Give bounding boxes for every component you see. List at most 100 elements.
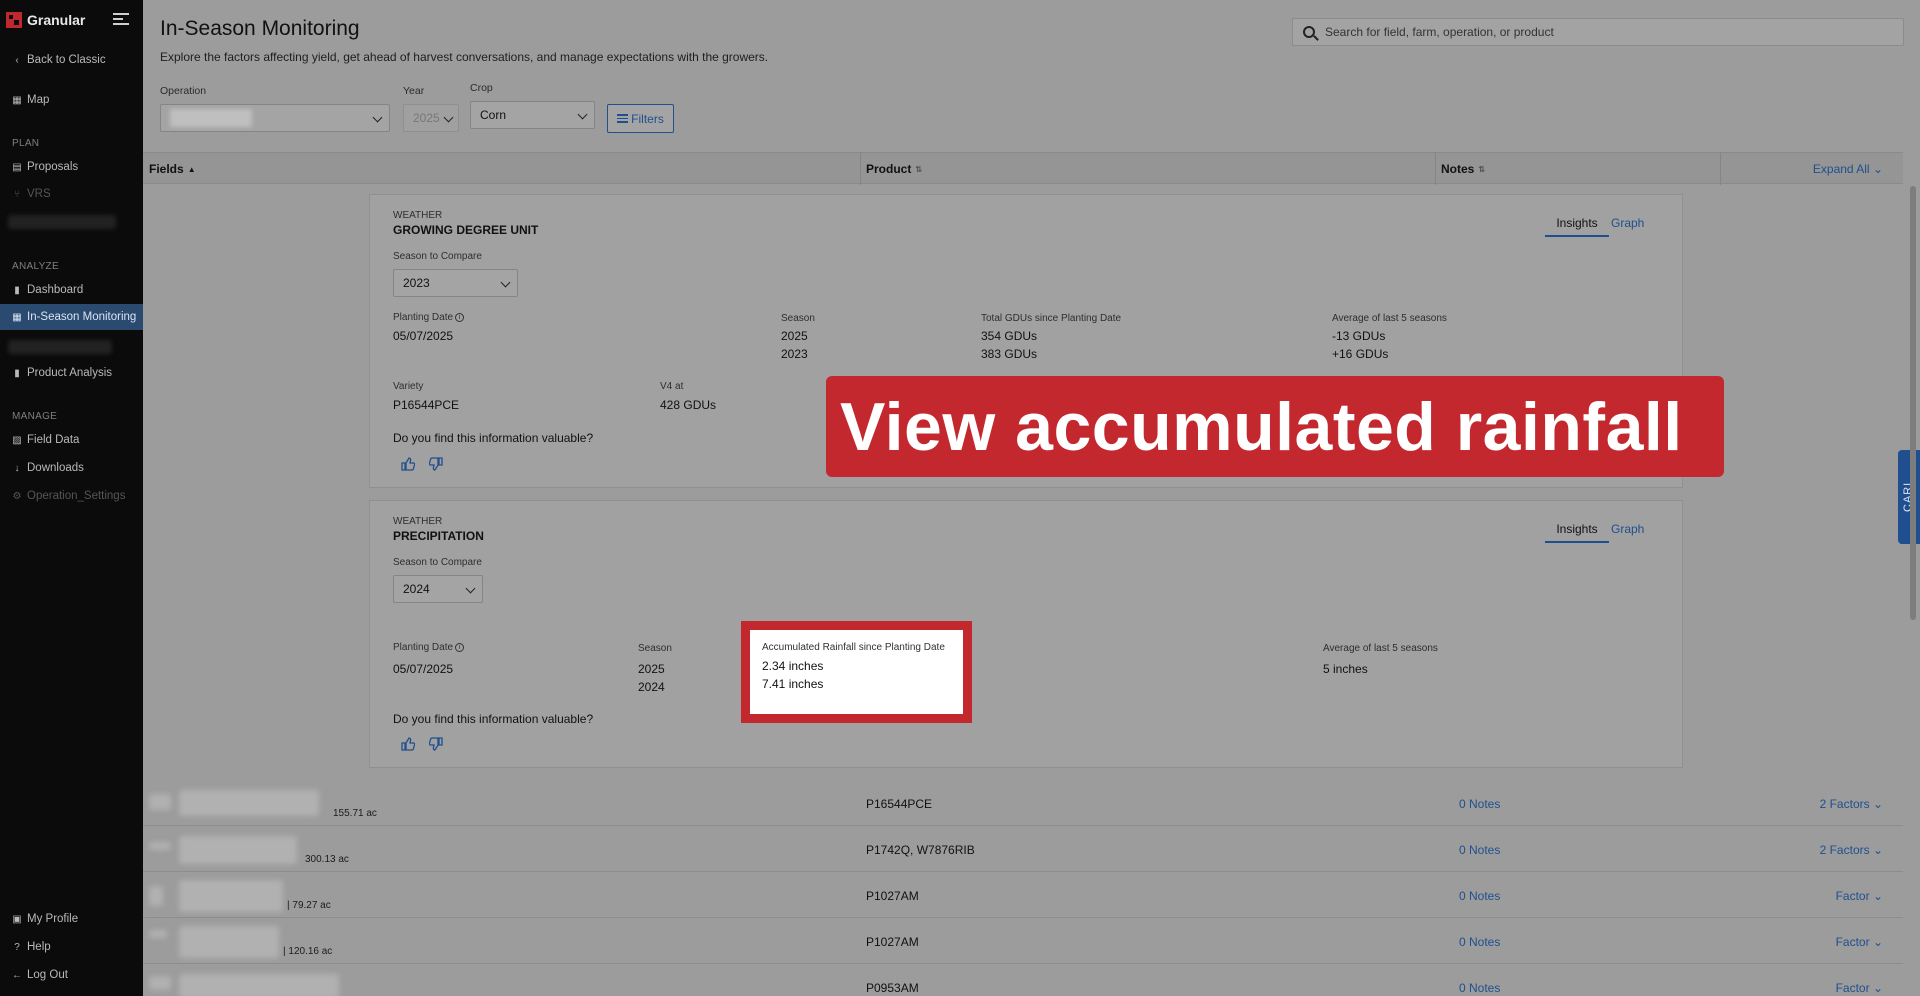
planting-date-value: 05/07/2025 [393,329,454,343]
col-fields[interactable]: Fields ▲ [149,162,196,176]
season-value-1: 2025 [638,662,665,676]
arrow-left-icon: ← [12,969,22,981]
redacted-field-name [179,880,283,912]
rainfall-value-2: 7.41 inches [762,677,824,691]
expand-all-button[interactable]: Expand All ⌄ [1813,162,1883,176]
nav-field-data[interactable]: ▨ Field Data [12,434,79,446]
nav-help[interactable]: ? Help [12,941,50,953]
carl-assistant-tab[interactable]: CARL [1898,450,1920,544]
feedback-question: Do you find this information valuable? [393,712,594,726]
season-label: Season [638,643,672,654]
thumbs-up-icon[interactable] [401,737,415,751]
year-select[interactable]: 2025 [403,104,459,132]
avg-label: Average of last 5 seasons [1323,643,1438,654]
crop-select[interactable]: Corn [470,101,595,129]
row-factors-toggle[interactable]: 2 Factors ⌄ [1820,797,1883,811]
nav-operation-settings[interactable]: ⚙ Operation_Settings [12,490,126,502]
planting-date-label: Planting Date i [393,642,465,653]
vrs-icon: ⑂ [14,188,20,200]
thumbs-up-icon[interactable] [401,457,415,471]
row-factors-toggle[interactable]: Factor ⌄ [1836,889,1883,903]
feedback-question: Do you find this information valuable? [393,431,594,445]
info-icon[interactable]: i [455,643,465,652]
table-header: Fields ▲ Product ⇅ Notes ⇅ Expand All ⌄ [143,152,1903,185]
col-notes[interactable]: Notes ⇅ [1441,162,1485,176]
table-row[interactable]: | 120.16 ac P1027AM 0 Notes Factor ⌄ [143,918,1903,964]
nav-vrs[interactable]: ⑂ VRS [12,188,51,200]
avg-value-1: -13 GDUs [1332,329,1386,343]
section-manage: MANAGE [12,411,58,422]
total-gdu-label: Total GDUs since Planting Date [981,313,1122,324]
rainfall-label: Accumulated Rainfall since Planting Date [762,642,945,653]
nav-in-season-monitoring[interactable]: ▦ In-Season Monitoring [12,311,136,323]
accumulated-rainfall-highlight: Accumulated Rainfall since Planting Date… [741,621,972,723]
field-acres: 155.71 ac [333,808,377,819]
row-factors-toggle[interactable]: Factor ⌄ [1836,935,1883,949]
planting-date-label: Planting Date i [393,312,465,323]
sort-icon: ⇅ [1478,164,1486,174]
section-analyze: ANALYZE [12,261,59,272]
bar-chart-icon: ▮ [14,367,20,379]
thumbs-down-icon[interactable] [429,457,443,471]
user-icon: ▣ [12,913,22,925]
tab-insights[interactable]: Insights [1545,216,1609,237]
nav-proposals[interactable]: ▤ Proposals [12,161,78,173]
redacted-nav-item [8,340,112,354]
card-category: WEATHER [393,516,443,527]
operation-select[interactable] [160,104,390,132]
chevron-left-icon: ‹ [15,54,19,66]
nav-product-analysis[interactable]: ▮ Product Analysis [12,367,112,379]
column-divider [1720,153,1721,185]
gear-icon: ⚙ [12,490,22,502]
sort-asc-icon: ▲ [187,164,196,174]
column-divider [860,153,861,185]
card-title: PRECIPITATION [393,529,484,543]
redacted-field-name [179,836,297,864]
info-icon[interactable]: i [455,313,465,322]
table-row[interactable]: 155.71 ac P16544PCE 0 Notes 2 Factors ⌄ [143,780,1903,826]
variety-label: Variety [393,381,424,392]
nav-downloads[interactable]: ↓ Downloads [12,462,84,474]
brand-name: Granular [27,12,86,28]
nav-dashboard[interactable]: ▮ Dashboard [12,284,83,296]
tab-graph[interactable]: Graph [1611,216,1644,230]
table-row[interactable]: 300.13 ac P1742Q, W7876RIB 0 Notes 2 Fac… [143,826,1903,872]
section-plan: PLAN [12,138,40,149]
collapse-menu-icon[interactable] [113,13,129,27]
field-acres: 300.13 ac [305,854,349,865]
brand-logo[interactable]: Granular [6,12,85,28]
map-icon: ▦ [12,94,22,106]
redacted-field-name [179,974,339,996]
nav-map[interactable]: ▦ Map [12,94,49,106]
field-thumbnail [149,930,167,938]
page-title: In-Season Monitoring [160,17,360,40]
search-input[interactable] [1325,25,1885,39]
row-notes-link[interactable]: 0 Notes [1459,981,1500,995]
bar-chart-icon: ▮ [14,284,20,296]
row-notes-link[interactable]: 0 Notes [1459,935,1500,949]
row-notes-link[interactable]: 0 Notes [1459,843,1500,857]
season-compare-select[interactable]: 2023 [393,269,518,297]
search-box[interactable] [1292,18,1904,46]
tab-insights[interactable]: Insights [1545,522,1609,543]
grid-icon: ▦ [12,311,22,323]
scrollbar[interactable] [1910,186,1916,620]
table-row[interactable]: P0953AM 0 Notes Factor ⌄ [143,964,1903,996]
season-compare-select[interactable]: 2024 [393,575,483,603]
row-factors-toggle[interactable]: 2 Factors ⌄ [1820,843,1883,857]
season-label: Season [781,313,815,324]
nav-logout[interactable]: ← Log Out [12,969,68,981]
filters-button[interactable]: Filters [607,104,674,133]
chevron-down-icon [443,112,454,123]
nav-back-to-classic[interactable]: ‹ Back to Classic [12,54,105,66]
col-product[interactable]: Product ⇅ [866,162,922,176]
row-factors-toggle[interactable]: Factor ⌄ [1836,981,1883,995]
row-notes-link[interactable]: 0 Notes [1459,797,1500,811]
season-value-2: 2023 [781,347,808,361]
nav-my-profile[interactable]: ▣ My Profile [12,913,78,925]
tab-graph[interactable]: Graph [1611,522,1644,536]
thumbs-down-icon[interactable] [429,737,443,751]
table-row[interactable]: | 79.27 ac P1027AM 0 Notes Factor ⌄ [143,872,1903,918]
row-notes-link[interactable]: 0 Notes [1459,889,1500,903]
chevron-down-icon [465,583,476,594]
